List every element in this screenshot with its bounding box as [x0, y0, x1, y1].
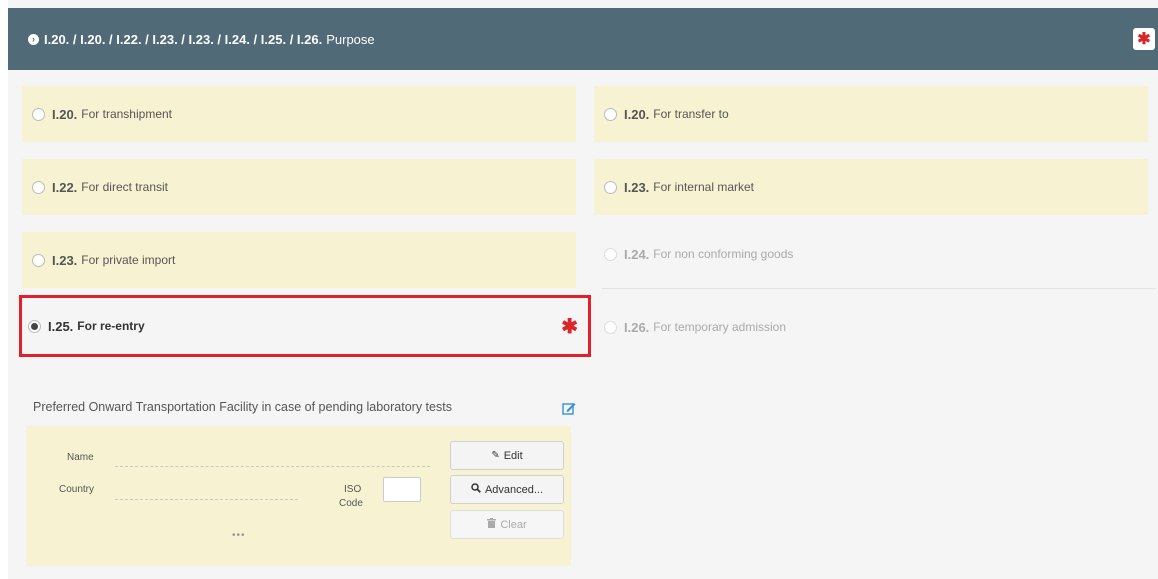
option-code: I.20.: [624, 106, 650, 122]
radio-temporary-admission: [604, 320, 617, 334]
option-private-import[interactable]: I.23. For private import: [22, 232, 576, 288]
option-code: I.22.: [52, 179, 78, 195]
option-label: For transfer to: [653, 107, 729, 121]
required-asterisk-icon: ✱: [561, 316, 578, 338]
section-header[interactable]: › I.20. / I.20. / I.22. / I.23. / I.23. …: [8, 8, 1158, 70]
chevron-right-icon: ›: [28, 34, 39, 45]
option-label: For non conforming goods: [653, 247, 794, 261]
edit-button[interactable]: ✎ Edit: [450, 441, 564, 470]
option-label: For transhipment: [81, 107, 172, 121]
purpose-section: › I.20. / I.20. / I.22. / I.23. / I.23. …: [8, 0, 1158, 579]
option-code: I.20.: [52, 106, 78, 122]
option-label: For temporary admission: [653, 320, 787, 334]
option-label: For private import: [81, 253, 176, 267]
clear-button[interactable]: Clear: [450, 510, 564, 539]
facility-title: Preferred Onward Transportation Facility…: [33, 400, 452, 414]
country-field: [115, 499, 298, 500]
radio-transfer[interactable]: [604, 107, 617, 121]
option-direct-transit[interactable]: I.22. For direct transit: [22, 159, 576, 215]
advanced-button-label: Advanced...: [484, 483, 544, 496]
option-transhipment[interactable]: I.20. For transhipment: [22, 86, 576, 142]
option-label: For internal market: [653, 180, 754, 194]
header-codes: I.20. / I.20. / I.22. / I.23. / I.23. / …: [44, 32, 323, 47]
option-label: For re-entry: [77, 319, 145, 333]
required-badge: ✱: [1133, 28, 1155, 50]
radio-non-conforming: [604, 247, 617, 261]
divider: [602, 288, 1156, 289]
edit-icon[interactable]: [562, 402, 576, 415]
more-icon[interactable]: •••: [232, 530, 246, 541]
advanced-search-button[interactable]: Advanced...: [450, 475, 564, 504]
option-internal-market[interactable]: I.23. For internal market: [594, 159, 1148, 215]
header-title: › I.20. / I.20. / I.22. / I.23. / I.23. …: [28, 32, 375, 47]
pencil-square-icon: ✎: [491, 450, 500, 461]
name-field: [115, 466, 430, 467]
option-transfer[interactable]: I.20. For transfer to: [594, 86, 1148, 142]
option-reentry[interactable]: I.25. For re-entry ✱: [28, 300, 584, 352]
facility-panel: Name Country ISO Code ✎ Edit Advanced...…: [26, 426, 571, 566]
radio-private-import[interactable]: [32, 253, 45, 267]
clear-button-label: Clear: [500, 518, 527, 531]
option-non-conforming: I.24. For non conforming goods: [594, 226, 1148, 282]
option-temporary-admission: I.26. For temporary admission: [594, 299, 1148, 355]
option-code: I.23.: [52, 252, 78, 268]
option-code: I.24.: [624, 246, 650, 262]
option-label: For direct transit: [81, 180, 168, 194]
code-label: Code: [339, 498, 363, 509]
name-label: Name: [67, 452, 94, 463]
search-icon: [471, 483, 481, 496]
radio-direct-transit[interactable]: [32, 180, 45, 194]
iso-code-field: [383, 477, 421, 502]
radio-transhipment[interactable]: [32, 107, 45, 121]
option-code: I.25.: [48, 318, 74, 334]
country-label: Country: [59, 484, 95, 495]
iso-label: ISO: [344, 484, 362, 495]
option-code: I.23.: [624, 179, 650, 195]
radio-internal-market[interactable]: [604, 180, 617, 194]
trash-icon: [487, 518, 497, 531]
edit-button-label: Edit: [503, 449, 523, 462]
radio-reentry[interactable]: [28, 319, 41, 333]
header-label: Purpose: [326, 32, 375, 47]
option-code: I.26.: [624, 319, 650, 335]
